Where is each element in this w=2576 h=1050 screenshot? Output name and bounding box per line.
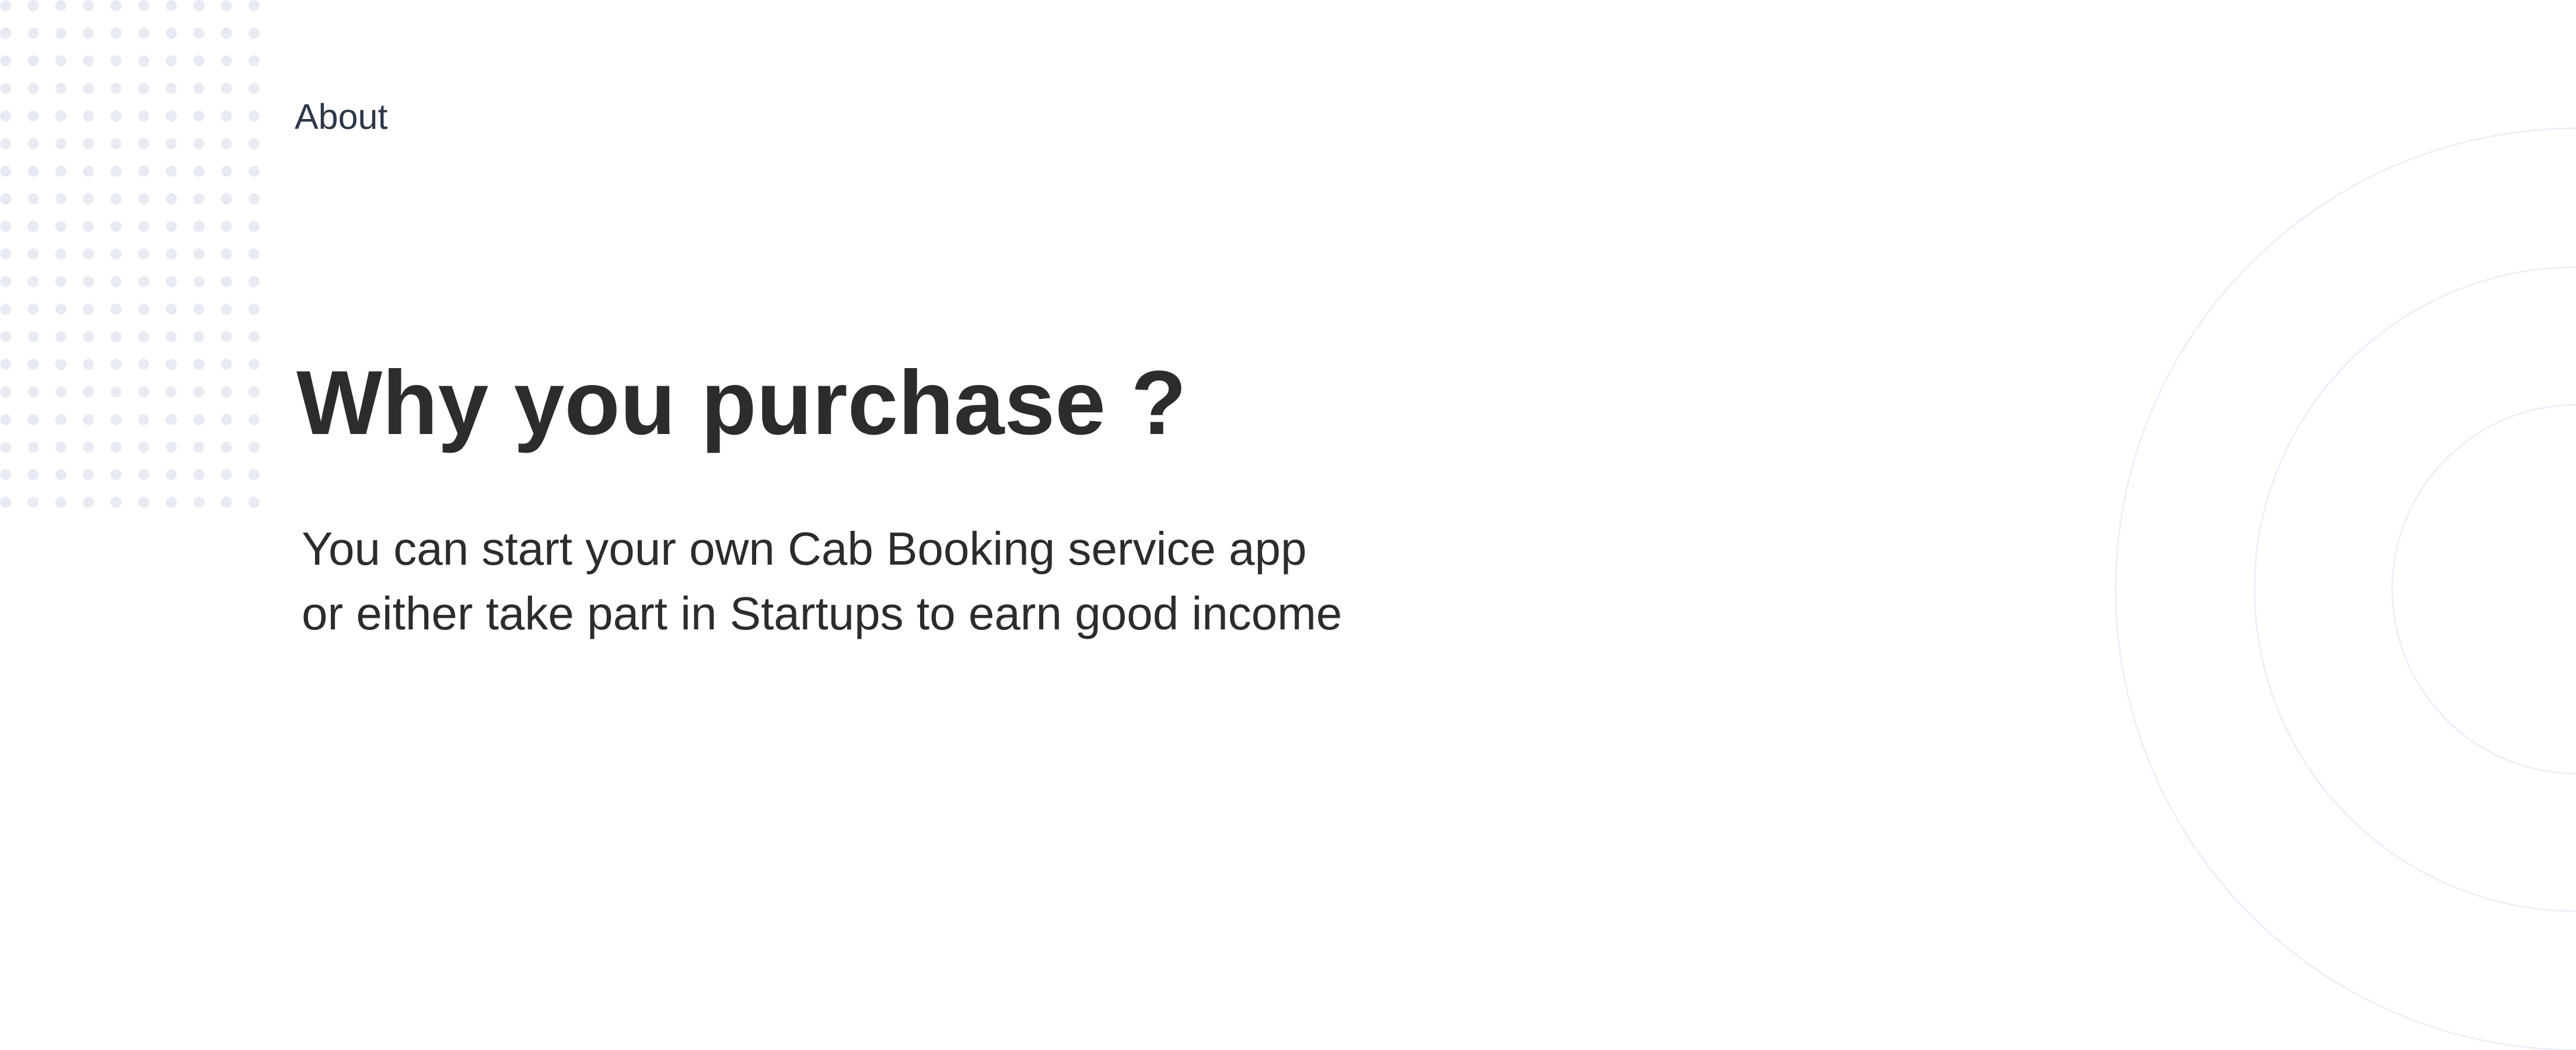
description-line-1: You can start your own Cab Booking servi… [302, 523, 1307, 575]
page-heading: Why you purchase ? [296, 352, 1187, 454]
decorative-ring [2253, 266, 2576, 912]
page-description: You can start your own Cab Booking servi… [302, 516, 1342, 646]
decorative-ring [2391, 404, 2576, 775]
decorative-ring [2114, 127, 2576, 1050]
description-line-2: or either take part in Startups to earn … [302, 587, 1343, 639]
section-label: About [295, 97, 388, 136]
